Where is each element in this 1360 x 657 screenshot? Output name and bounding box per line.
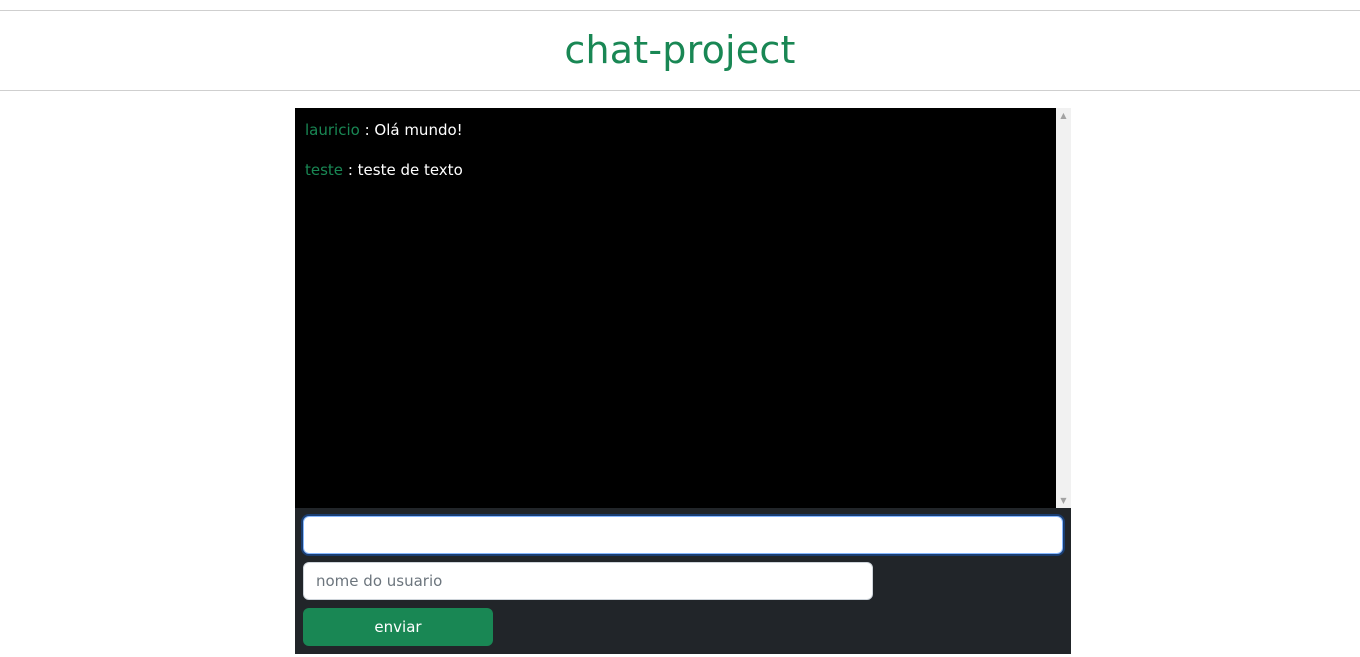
page-header: chat-project — [0, 11, 1360, 91]
message-separator: : — [359, 121, 375, 139]
message-username: lauricio — [305, 121, 360, 139]
messages-panel: lauricio : Olá mundo! teste : teste de t… — [295, 108, 1071, 508]
message-item: teste : teste de texto — [305, 160, 1049, 180]
message-username: teste — [305, 161, 344, 179]
messages-scrollbar[interactable]: ▲ ▼ — [1056, 108, 1071, 508]
message-list: lauricio : Olá mundo! teste : teste de t… — [305, 120, 1049, 200]
chat-container: lauricio : Olá mundo! teste : teste de t… — [295, 108, 1071, 654]
scroll-down-arrow-icon[interactable]: ▼ — [1056, 493, 1071, 508]
message-text: teste de texto — [357, 161, 463, 179]
page-title: chat-project — [564, 27, 796, 72]
message-form: enviar — [295, 508, 1071, 654]
message-text: Olá mundo! — [374, 121, 463, 139]
send-button[interactable]: enviar — [303, 608, 493, 646]
scroll-up-arrow-icon[interactable]: ▲ — [1056, 108, 1071, 123]
username-input[interactable] — [303, 562, 873, 600]
message-item: lauricio : Olá mundo! — [305, 120, 1049, 140]
message-input[interactable] — [303, 516, 1063, 554]
message-separator: : — [343, 161, 358, 179]
